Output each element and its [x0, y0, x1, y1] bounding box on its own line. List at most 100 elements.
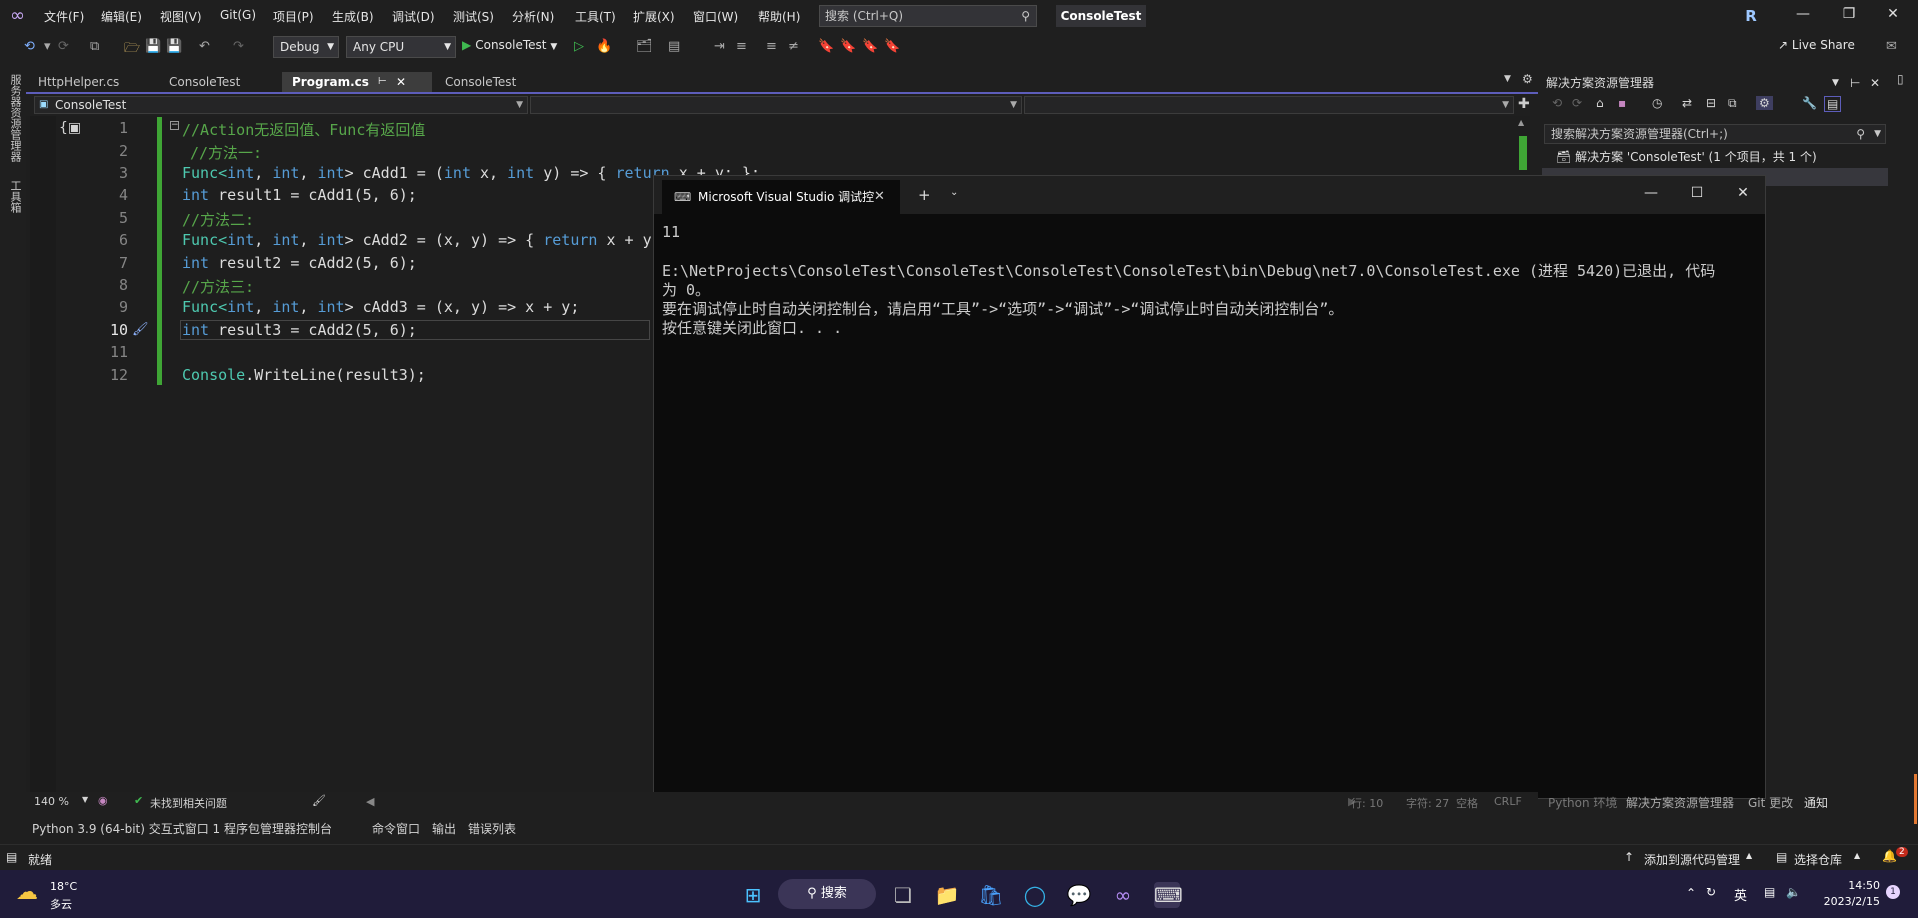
start-debugging-button[interactable]: ▶ ConsoleTest ▼: [462, 38, 557, 52]
tab-python-environments[interactable]: Python 环境: [1548, 794, 1617, 811]
debug-console-window[interactable]: ⌨ Microsoft Visual Studio 调试控 ✕ + ⌄ — ☐ …: [653, 175, 1766, 799]
back-icon[interactable]: ⟲: [1552, 96, 1562, 110]
volume-icon[interactable]: 🔈: [1786, 885, 1801, 899]
close-tab-icon[interactable]: ✕: [396, 72, 406, 92]
minimize-icon[interactable]: —: [1631, 185, 1671, 201]
weather-icon[interactable]: ☁: [16, 880, 38, 905]
quick-actions-brush-icon[interactable]: 🖌: [132, 322, 149, 337]
uncomment-icon[interactable]: ≠: [788, 39, 799, 54]
maximize-icon[interactable]: ☐: [1677, 185, 1717, 201]
close-icon[interactable]: ✕: [1878, 6, 1908, 22]
new-tab-icon[interactable]: +: [918, 186, 931, 204]
menu-test[interactable]: 测试(S): [453, 8, 494, 25]
menu-file[interactable]: 文件(F): [44, 8, 84, 25]
solution-explorer-toolbar-icon[interactable]: 🗂: [636, 39, 653, 54]
sync-tray-icon[interactable]: ↻: [1706, 885, 1716, 899]
forward-icon[interactable]: ⟳: [1572, 96, 1582, 110]
pin-icon[interactable]: ⊢: [378, 72, 387, 92]
split-editor-icon[interactable]: ✚: [1518, 96, 1530, 112]
file-explorer-icon[interactable]: 📁: [934, 882, 960, 908]
pending-changes-icon[interactable]: ◷: [1652, 96, 1662, 110]
restore-icon[interactable]: ❐: [1834, 6, 1864, 22]
redo-icon[interactable]: ↷: [233, 39, 244, 54]
console-tab[interactable]: ⌨ Microsoft Visual Studio 调试控 ✕: [662, 180, 900, 214]
toolbox-tab[interactable]: 工具箱: [7, 180, 23, 213]
preview-icon[interactable]: ▤: [1824, 96, 1842, 112]
configuration-select[interactable]: Debug ▼: [273, 36, 339, 58]
undo-icon[interactable]: ↶: [199, 39, 210, 54]
properties-wrench-icon[interactable]: 🔧: [1802, 96, 1817, 110]
menu-analyze[interactable]: 分析(N): [512, 8, 554, 25]
taskbar-search-button[interactable]: ⚲ 搜索: [778, 879, 876, 909]
output-status-icon[interactable]: ▤: [6, 850, 17, 864]
account-avatar[interactable]: R: [1741, 6, 1761, 26]
tab-list-dropdown-icon[interactable]: ▼: [1504, 74, 1511, 84]
tab-output[interactable]: 输出: [432, 820, 456, 837]
solution-explorer-search[interactable]: 搜索解决方案资源管理器(Ctrl+;) ⚲ ▼: [1544, 124, 1886, 144]
close-icon[interactable]: ✕: [1723, 185, 1763, 201]
scroll-up-icon[interactable]: ▲: [1518, 118, 1524, 127]
start-without-debugging-icon[interactable]: ▷: [574, 39, 584, 54]
forward-icon[interactable]: ⟳: [58, 39, 69, 54]
tab-notifications[interactable]: 通知: [1804, 794, 1828, 811]
tab-program-cs[interactable]: Program.cs ⊢ ✕: [282, 72, 432, 92]
close-panel-icon[interactable]: ✕: [1870, 72, 1880, 94]
collapse-all-icon[interactable]: ⊟: [1706, 96, 1716, 110]
wechat-icon[interactable]: 💬: [1066, 882, 1092, 908]
line-ending-indicator[interactable]: CRLF: [1494, 795, 1522, 808]
menu-git[interactable]: Git(G): [220, 8, 256, 22]
tab-package-manager-console[interactable]: 程序包管理器控制台: [224, 820, 332, 837]
minimize-icon[interactable]: —: [1788, 6, 1818, 22]
menu-debug[interactable]: 调试(D): [392, 8, 435, 25]
dropdown-arrow-icon[interactable]: ▾: [44, 39, 51, 54]
project-dropdown[interactable]: ▣ ConsoleTest ▼: [34, 96, 528, 114]
notifications-side-icon[interactable]: ▯: [1897, 72, 1904, 86]
microsoft-store-icon[interactable]: 🛍: [978, 882, 1004, 908]
live-share-button[interactable]: ↗ Live Share: [1778, 38, 1855, 52]
menu-tools[interactable]: 工具(T): [575, 8, 616, 25]
tab-httphelper[interactable]: HttpHelper.cs: [28, 72, 156, 92]
menu-window[interactable]: 窗口(W): [693, 8, 738, 25]
new-project-icon[interactable]: ⧉: [90, 39, 99, 54]
chevron-up-icon[interactable]: ▲: [1854, 851, 1860, 860]
chevron-down-icon[interactable]: ▼: [82, 795, 88, 804]
visual-studio-taskbar-icon[interactable]: ∞: [1110, 882, 1136, 908]
format-icon[interactable]: ≡: [736, 39, 747, 54]
health-icon[interactable]: ◉: [98, 794, 108, 807]
menu-help[interactable]: 帮助(H): [758, 8, 800, 25]
hot-reload-icon[interactable]: 🔥: [596, 39, 612, 54]
chevron-down-icon[interactable]: ⌄: [950, 187, 958, 198]
member-dropdown[interactable]: ▼: [1024, 96, 1514, 114]
sync-icon[interactable]: ⇄: [1682, 96, 1692, 110]
tab-python-interactive[interactable]: Python 3.9 (64-bit) 交互式窗口 1: [32, 820, 220, 837]
add-to-source-control-button[interactable]: 添加到源代码管理: [1644, 851, 1740, 868]
type-dropdown[interactable]: ▼: [530, 96, 1022, 114]
layout-icon[interactable]: ▤: [668, 39, 680, 54]
close-tab-icon[interactable]: ✕: [874, 180, 885, 214]
save-all-icon[interactable]: 💾: [166, 39, 182, 54]
tab-error-list[interactable]: 错误列表: [468, 820, 516, 837]
start-menu-icon[interactable]: ⊞: [740, 882, 766, 908]
cleanup-brush-icon[interactable]: 🖌: [312, 794, 326, 807]
home-icon[interactable]: ⌂: [1596, 96, 1604, 110]
menu-view[interactable]: 视图(V): [160, 8, 202, 25]
scroll-left-icon[interactable]: ◀: [366, 795, 374, 808]
notification-center-badge[interactable]: 1: [1886, 885, 1900, 899]
solution-node[interactable]: 🗃 解决方案 'ConsoleTest' (1 个项目，共 1 个): [1556, 148, 1817, 165]
taskbar-clock[interactable]: 14:50 2023/2/15: [1810, 878, 1880, 910]
settings-gear-icon[interactable]: ⚙: [1522, 72, 1533, 86]
show-all-files-icon[interactable]: ⧉: [1728, 96, 1737, 111]
tab-solution-explorer[interactable]: 解决方案资源管理器: [1626, 794, 1734, 811]
issues-status[interactable]: 未找到相关问题: [150, 795, 227, 811]
panel-dropdown-icon[interactable]: ▼: [1832, 72, 1839, 94]
switch-views-icon[interactable]: ▪: [1618, 96, 1626, 110]
task-view-icon[interactable]: ❏: [890, 882, 916, 908]
menu-edit[interactable]: 编辑(E): [101, 8, 142, 25]
server-explorer-tab[interactable]: 服务器资源管理器: [7, 74, 23, 162]
terminal-taskbar-icon[interactable]: ⌨: [1154, 882, 1183, 908]
tab-command-window[interactable]: 命令窗口: [372, 820, 420, 837]
network-icon[interactable]: ▤: [1764, 885, 1775, 899]
open-folder-icon[interactable]: 🗁: [124, 39, 140, 61]
notification-bell-icon[interactable]: 🔔: [1882, 849, 1897, 863]
bookmark-icon[interactable]: 🔖: [818, 39, 834, 54]
